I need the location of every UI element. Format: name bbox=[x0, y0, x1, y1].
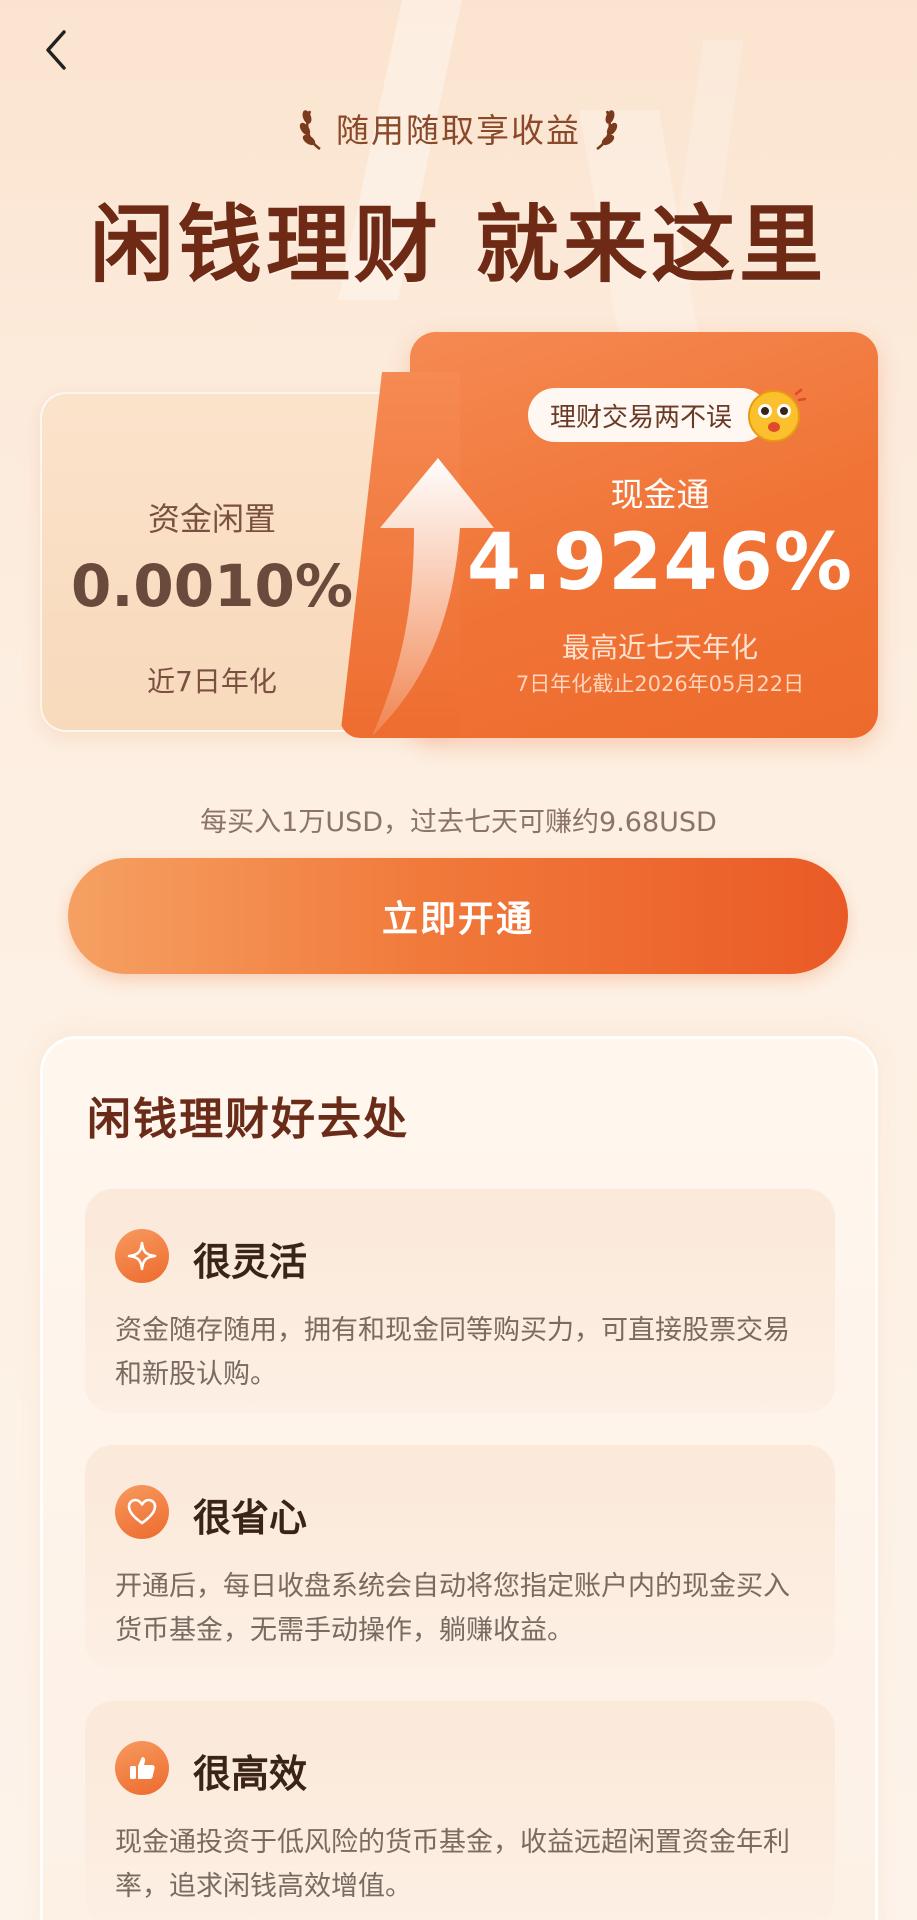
subtitle: 随用随取享收益 bbox=[336, 111, 581, 150]
cash-rate-note: 最高近七天年化 bbox=[561, 631, 758, 664]
benefits-title: 闲钱理财好去处 bbox=[87, 1094, 409, 1145]
rate-comparison: 资金闲置 0.0010% 近7日年化 理财交易两不误 现金通 4.9246% 最… bbox=[40, 332, 878, 738]
feature-title: 很省心 bbox=[193, 1496, 308, 1540]
activate-button-label: 立即开通 bbox=[381, 899, 534, 940]
cash-product-rate: 4.9246% bbox=[466, 518, 854, 608]
tag-text: 理财交易两不误 bbox=[550, 402, 733, 433]
activate-button[interactable]: 立即开通 bbox=[68, 858, 848, 974]
feature-description: 资金随存随用，拥有和现金同等购买力，可直接股票交易和新股认购。 bbox=[115, 1315, 790, 1390]
emoji-face-icon bbox=[748, 388, 806, 442]
chevron-left-icon bbox=[46, 30, 66, 70]
cash-rate-date: 7日年化截止2026年05月22日 bbox=[515, 672, 805, 696]
benefits-panel: 闲钱理财好去处 很灵活 资金随存随用，拥有和现金同等购买力，可直接股票交易和新股… bbox=[40, 1036, 878, 1920]
laurel-left-icon bbox=[299, 110, 321, 151]
earnings-estimate: 每买入1万USD，过去七天可赚约9.68USD bbox=[200, 807, 717, 838]
back-button[interactable] bbox=[36, 24, 76, 76]
heart-icon bbox=[115, 1485, 169, 1539]
cash-product-name: 现金通 bbox=[610, 475, 710, 514]
thumbs-up-icon bbox=[115, 1741, 169, 1795]
feature-title: 很灵活 bbox=[193, 1240, 308, 1284]
feature-card-efficient: 很高效 现金通投资于低风险的货币基金，收益远超闲置资金年利率，追求闲钱高效增值。 bbox=[85, 1701, 835, 1920]
tag-pill: 理财交易两不误 bbox=[528, 388, 768, 442]
feature-title: 很高效 bbox=[193, 1752, 308, 1796]
idle-label: 资金闲置 bbox=[147, 500, 276, 538]
feature-description: 现金通投资于低风险的货币基金，收益远超闲置资金年利率，追求闲钱高效增值。 bbox=[115, 1827, 790, 1902]
page-title: 闲钱理财 就来这里 bbox=[89, 196, 828, 294]
page: 随用随取享收益 闲钱理财 就来这里 资金闲置 0.0010% 近7日年化 理财交… bbox=[0, 0, 917, 1920]
laurel-right-icon bbox=[596, 110, 618, 151]
idle-note: 近7日年化 bbox=[147, 665, 277, 698]
sparkle-icon bbox=[115, 1229, 169, 1283]
idle-rate: 0.0010% bbox=[71, 552, 353, 620]
feature-card-easy: 很省心 开通后，每日收盘系统会自动将您指定账户内的现金买入货币基金，无需手动操作… bbox=[85, 1445, 835, 1669]
feature-card-flexible: 很灵活 资金随存随用，拥有和现金同等购买力，可直接股票交易和新股认购。 bbox=[85, 1189, 835, 1413]
feature-description: 开通后，每日收盘系统会自动将您指定账户内的现金买入货币基金，无需手动操作，躺赚收… bbox=[115, 1571, 790, 1646]
subtitle-row: 随用随取享收益 bbox=[0, 100, 917, 156]
